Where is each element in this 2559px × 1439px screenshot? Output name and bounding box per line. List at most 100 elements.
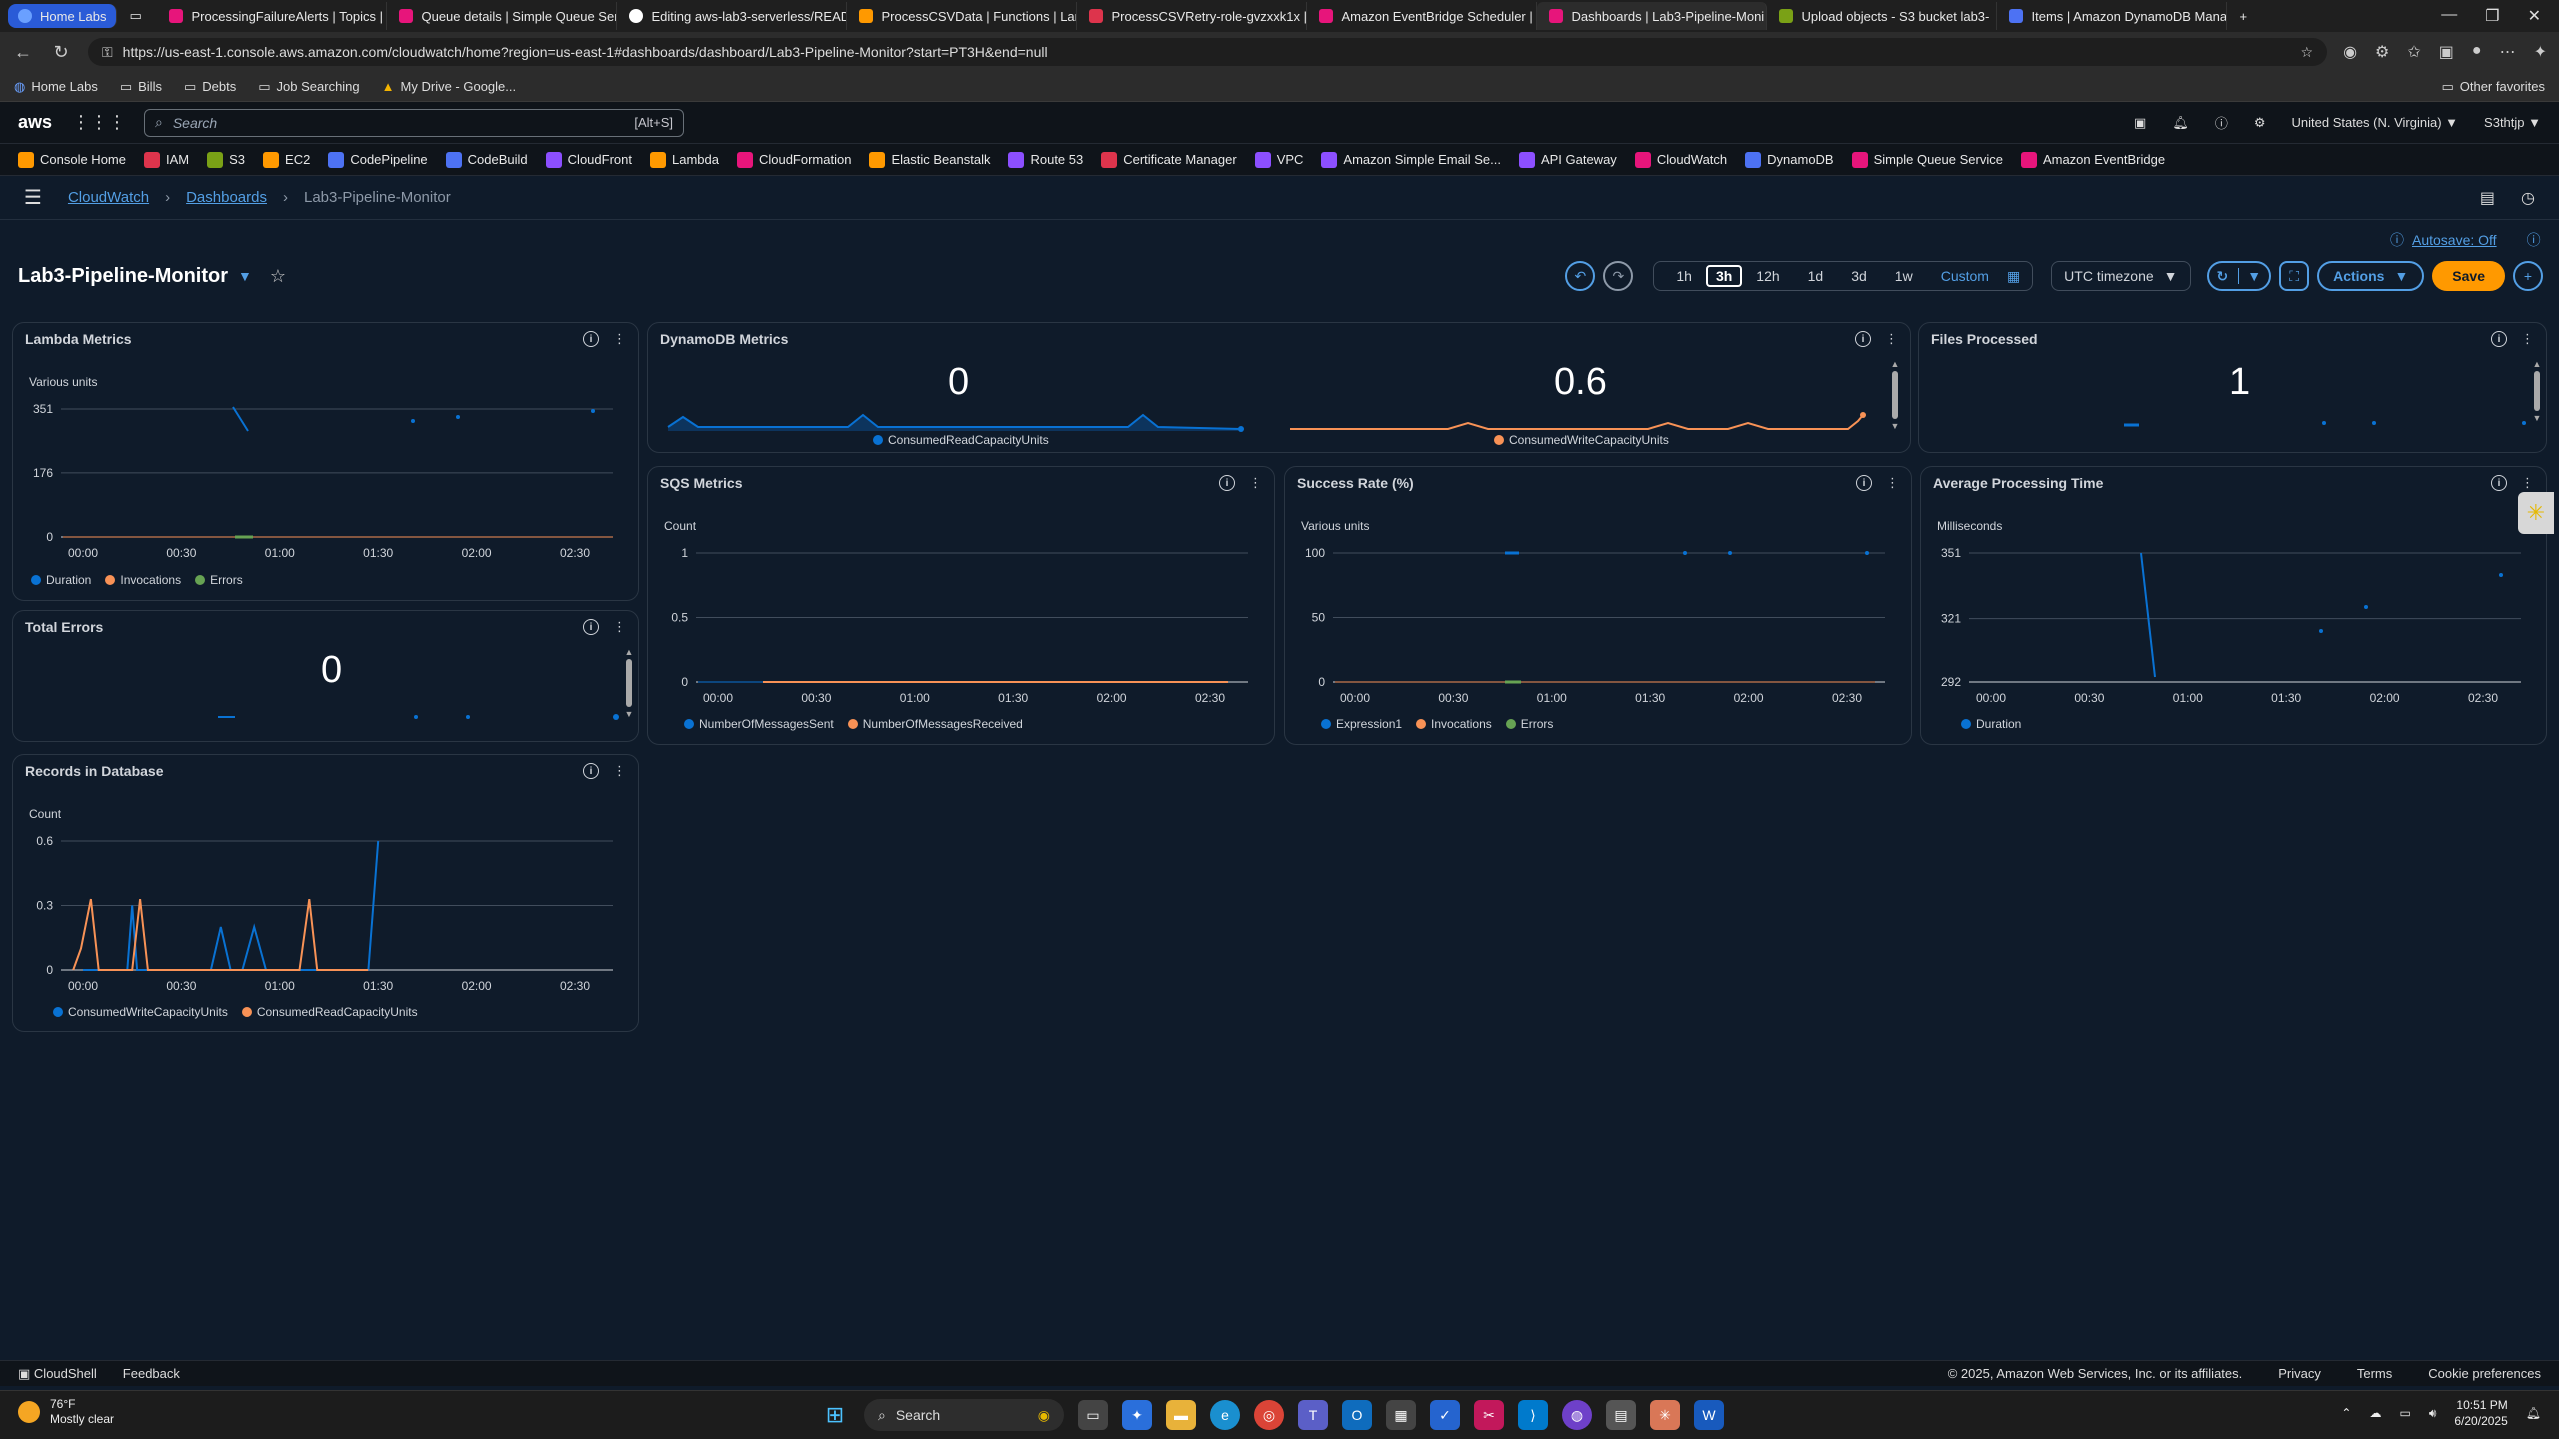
- onedrive-icon[interactable]: ☁: [2369, 1406, 2381, 1420]
- actions-dropdown[interactable]: Actions ▼: [2317, 261, 2425, 291]
- new-tab-button[interactable]: +: [2227, 2, 2267, 30]
- undo-button[interactable]: ↶: [1565, 261, 1596, 291]
- extension-icon[interactable]: ◉: [2343, 42, 2357, 62]
- range-1w[interactable]: 1w: [1881, 268, 1927, 284]
- aws-logo[interactable]: aws: [18, 112, 54, 133]
- range-1d[interactable]: 1d: [1794, 268, 1838, 284]
- file-explorer-icon[interactable]: ▬: [1166, 1400, 1196, 1430]
- bookmark-other-favorites[interactable]: ▭ Other favorites: [2441, 79, 2545, 95]
- scroll-down-icon[interactable]: ▼: [1890, 421, 1900, 431]
- cookie-preferences-link[interactable]: Cookie preferences: [2428, 1366, 2541, 1381]
- word-icon[interactable]: W: [1694, 1400, 1724, 1430]
- favorite-service-amazon-simple-email-se-[interactable]: Amazon Simple Email Se...: [1321, 151, 1501, 168]
- favorite-service-dynamodb[interactable]: DynamoDB: [1745, 151, 1834, 168]
- favorite-service-api-gateway[interactable]: API Gateway: [1518, 151, 1617, 168]
- range-3d[interactable]: 3d: [1837, 268, 1881, 284]
- favorite-service-cloudformation[interactable]: CloudFormation: [736, 151, 851, 168]
- favorite-service-codepipeline[interactable]: CodePipeline: [328, 151, 428, 168]
- calendar-icon[interactable]: ▦: [2003, 268, 2024, 285]
- copilot-icon[interactable]: ✦: [1122, 1400, 1152, 1430]
- scroll-up-icon[interactable]: ▲: [1890, 359, 1900, 369]
- tab-dynamodb[interactable]: Items | Amazon DynamoDB Mana✕: [1997, 2, 2228, 30]
- chrome-icon[interactable]: ◎: [1254, 1400, 1284, 1430]
- notepad-icon[interactable]: ▤: [1606, 1400, 1636, 1430]
- favorite-star-icon[interactable]: ☆: [270, 266, 286, 287]
- hamburger-menu-icon[interactable]: ☰: [24, 185, 42, 210]
- more-icon[interactable]: ⋯: [2500, 42, 2516, 62]
- collections-icon[interactable]: ▣: [2439, 42, 2454, 62]
- terms-link[interactable]: Terms: [2357, 1366, 2392, 1381]
- favorite-service-certificate-manager[interactable]: Certificate Manager: [1101, 151, 1237, 168]
- breadcrumb-dashboards[interactable]: Dashboards: [186, 189, 267, 206]
- legend-item[interactable]: Expression1: [1321, 717, 1402, 731]
- tab-iam[interactable]: ProcessCSVRetry-role-gvzxxk1x |✕: [1077, 2, 1308, 30]
- favorites-icon[interactable]: ✩: [2407, 42, 2420, 62]
- cloudshell-link[interactable]: ▣ CloudShell: [18, 1366, 97, 1382]
- store-icon[interactable]: ▦: [1386, 1400, 1416, 1430]
- restore-icon[interactable]: ❐: [2485, 6, 2499, 26]
- favorite-service-route-53[interactable]: Route 53: [1008, 151, 1083, 168]
- feedback-link[interactable]: Feedback: [123, 1366, 180, 1381]
- range-1h[interactable]: 1h: [1662, 268, 1706, 284]
- legend-item[interactable]: ConsumedWriteCapacityUnits: [1494, 433, 1669, 447]
- scroll-up-icon[interactable]: ▲: [624, 647, 634, 657]
- region-selector[interactable]: United States (N. Virginia) ▼: [2292, 115, 2459, 130]
- favorite-service-cloudfront[interactable]: CloudFront: [545, 151, 632, 168]
- fullscreen-button[interactable]: ⛶: [2279, 261, 2310, 291]
- scroll-down-icon[interactable]: ▼: [624, 709, 634, 719]
- site-info-icon[interactable]: ⚿: [102, 44, 113, 61]
- save-button[interactable]: Save: [2432, 261, 2505, 291]
- notes-icon[interactable]: ▤: [2480, 188, 2495, 208]
- tab-s3[interactable]: Upload objects - S3 bucket lab3-✕: [1767, 2, 1998, 30]
- scrollbar[interactable]: ▲ ▼: [2532, 359, 2542, 423]
- legend-item[interactable]: Duration: [31, 573, 91, 587]
- privacy-link[interactable]: Privacy: [2278, 1366, 2321, 1381]
- scroll-up-icon[interactable]: ▲: [2532, 359, 2542, 369]
- favorite-service-ec2[interactable]: EC2: [263, 151, 310, 168]
- tab-eventbridge[interactable]: Amazon EventBridge Scheduler |✕: [1307, 2, 1538, 30]
- vscode-icon[interactable]: ⟩: [1518, 1400, 1548, 1430]
- legend-item[interactable]: Duration: [1961, 717, 2021, 731]
- favorite-star-icon[interactable]: ☆: [2301, 44, 2314, 61]
- scrollbar[interactable]: ▲ ▼: [624, 647, 634, 719]
- copilot-icon[interactable]: ✦: [2534, 42, 2547, 62]
- edge-icon[interactable]: e: [1210, 1400, 1240, 1430]
- extensions-puzzle-icon[interactable]: ⚙: [2375, 42, 2389, 62]
- legend-item[interactable]: NumberOfMessagesReceived: [847, 717, 1023, 731]
- favorite-service-iam[interactable]: IAM: [144, 151, 189, 168]
- notifications-bell-icon[interactable]: 🔔︎: [2172, 115, 2189, 131]
- windows-start-icon[interactable]: ⊞: [820, 1400, 850, 1430]
- scroll-down-icon[interactable]: ▼: [2532, 413, 2542, 423]
- legend-item[interactable]: ConsumedReadCapacityUnits: [873, 433, 1049, 447]
- favorite-service-vpc[interactable]: VPC: [1254, 151, 1303, 168]
- bookmark-home-labs[interactable]: ◍ Home Labs: [14, 79, 98, 95]
- outlook-icon[interactable]: O: [1342, 1400, 1372, 1430]
- back-icon[interactable]: ←: [12, 42, 34, 63]
- settings-gear-icon[interactable]: ⚙: [2254, 115, 2266, 131]
- account-menu[interactable]: S3thtjp ▼: [2484, 115, 2541, 130]
- network-icon[interactable]: ▭: [2399, 1406, 2410, 1420]
- favorite-service-codebuild[interactable]: CodeBuild: [445, 151, 528, 168]
- autosave-toggle[interactable]: ⓘ Autosave: Off ⓘ: [2390, 230, 2541, 250]
- notification-bell-icon[interactable]: 🔔︎: [2526, 1406, 2541, 1420]
- task-view-icon[interactable]: ▭: [1078, 1400, 1108, 1430]
- favorite-service-simple-queue-service[interactable]: Simple Queue Service: [1851, 151, 2003, 168]
- info-icon[interactable]: ⓘ: [2527, 230, 2541, 250]
- legend-item[interactable]: ConsumedWriteCapacityUnits: [53, 1005, 228, 1019]
- taskbar-search[interactable]: ⌕ Search ◉: [864, 1399, 1064, 1431]
- favorite-service-elastic-beanstalk[interactable]: Elastic Beanstalk: [869, 151, 990, 168]
- teams-icon[interactable]: T: [1298, 1400, 1328, 1430]
- favorite-service-cloudwatch[interactable]: CloudWatch: [1634, 151, 1727, 168]
- legend-item[interactable]: Errors: [1505, 717, 1553, 731]
- refresh-button[interactable]: ↻ ▼: [2206, 261, 2272, 291]
- redo-button[interactable]: ↷: [1603, 261, 1634, 291]
- favorite-service-s3[interactable]: S3: [207, 151, 245, 168]
- bookmark-my-drive[interactable]: ▲ My Drive - Google...: [382, 79, 516, 94]
- close-window-icon[interactable]: ✕: [2528, 6, 2541, 26]
- refresh-icon[interactable]: ↻: [50, 42, 72, 63]
- legend-item[interactable]: Errors: [195, 573, 243, 587]
- tab-vertical-tabs[interactable]: ▭: [117, 2, 157, 30]
- chevron-down-icon[interactable]: ▼: [238, 268, 252, 284]
- legend-item[interactable]: ConsumedReadCapacityUnits: [241, 1005, 418, 1019]
- legend-item[interactable]: Invocations: [105, 573, 181, 587]
